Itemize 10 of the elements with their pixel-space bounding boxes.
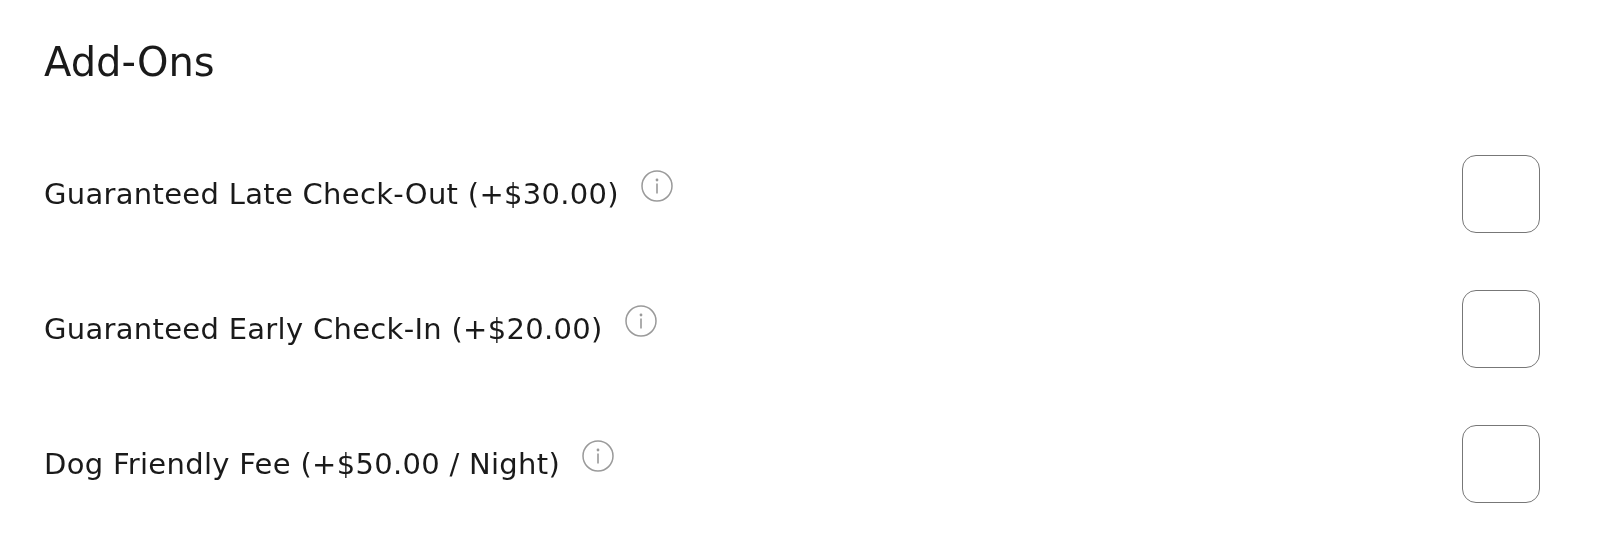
section-title: Add-Ons	[44, 38, 216, 86]
info-icon[interactable]	[640, 169, 673, 202]
info-icon[interactable]	[624, 304, 657, 337]
checkbox[interactable]	[1462, 289, 1540, 368]
checkbox[interactable]	[1462, 424, 1540, 503]
checkbox[interactable]	[1462, 154, 1540, 233]
info-icon[interactable]	[582, 439, 615, 472]
addon-label: Guaranteed Early Check-In (+$20.00)	[44, 311, 603, 346]
addon-label: Guaranteed Late Check-Out (+$30.00)	[44, 176, 619, 211]
addon-label: Dog Friendly Fee (+$50.00 / Night)	[44, 446, 561, 481]
